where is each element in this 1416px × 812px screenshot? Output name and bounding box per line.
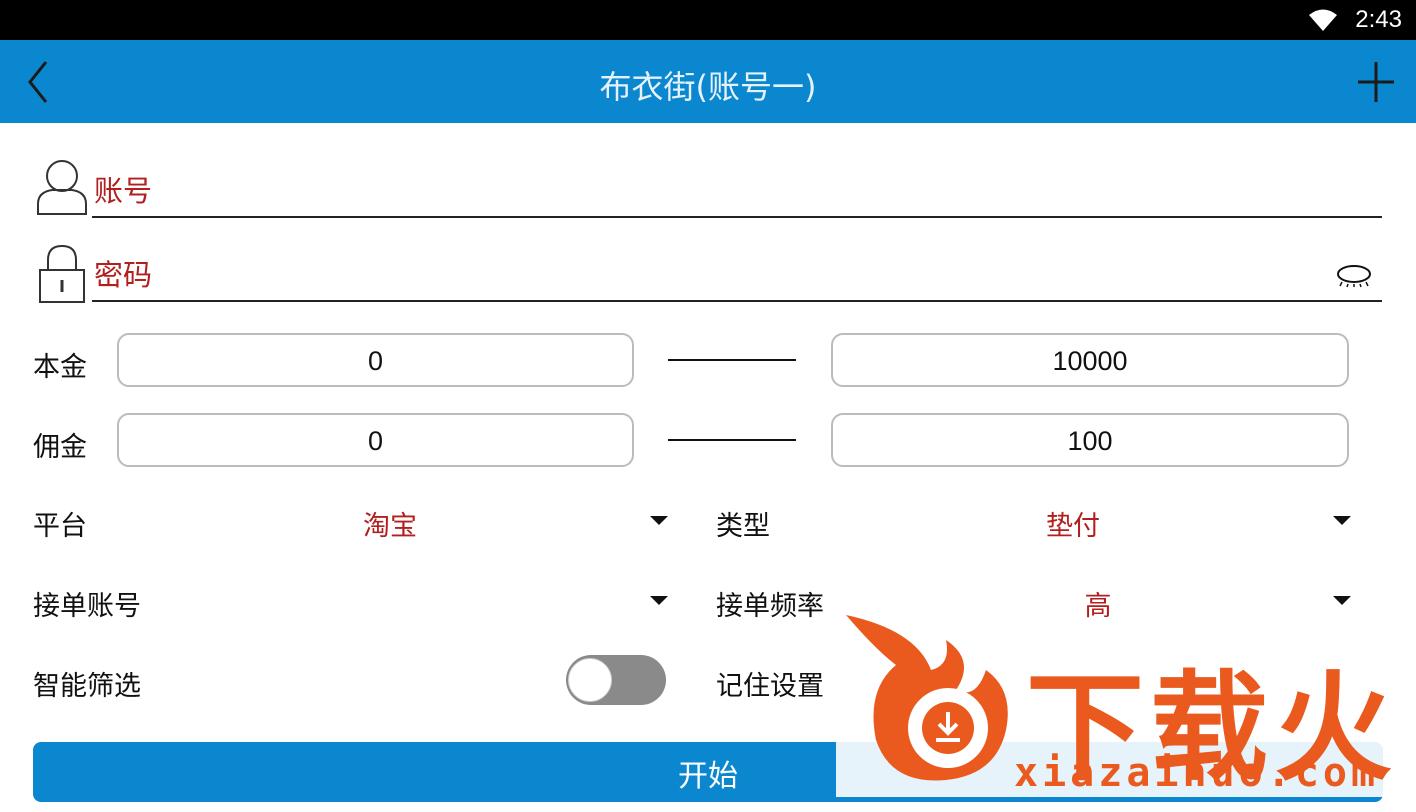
principal-range-divider <box>668 359 796 361</box>
principal-min-input[interactable]: 0 <box>117 333 634 387</box>
toggle-knob <box>568 658 612 702</box>
order-frequency-dropdown-arrow-icon[interactable] <box>1333 596 1351 605</box>
flame-logo-icon <box>846 615 1008 781</box>
start-button-label: 开始 <box>678 759 738 794</box>
smart-filter-toggle[interactable] <box>566 655 666 705</box>
commission-range-divider <box>668 439 796 441</box>
type-dropdown-arrow-icon[interactable] <box>1333 516 1351 525</box>
plus-icon <box>1358 62 1394 102</box>
app-bar: 布衣街(账号一) <box>0 40 1416 123</box>
password-row <box>30 244 1382 306</box>
eye-closed-icon[interactable] <box>1336 262 1372 288</box>
watermark-url: xiazaihuo.com <box>1014 750 1380 796</box>
platform-select[interactable]: 淘宝 <box>330 504 450 543</box>
type-label: 类型 <box>716 511 770 542</box>
watermark: 下载火 xiazaihuo.com <box>836 610 1416 797</box>
user-icon <box>37 160 87 215</box>
platform-dropdown-arrow-icon[interactable] <box>650 516 668 525</box>
remember-settings-label: 记住设置 <box>716 671 824 702</box>
type-select[interactable]: 垫付 <box>1013 504 1133 543</box>
order-account-label: 接单账号 <box>33 591 141 622</box>
status-bar: 2:43 <box>0 0 1416 40</box>
wifi-icon <box>1309 9 1337 31</box>
account-row <box>30 158 1382 220</box>
principal-label: 本金 <box>33 352 87 383</box>
page-title: 布衣街(账号一) <box>599 68 817 106</box>
principal-max-input[interactable]: 10000 <box>831 333 1349 387</box>
order-frequency-label: 接单频率 <box>716 591 824 622</box>
status-time: 2:43 <box>1355 6 1402 33</box>
account-input[interactable] <box>92 166 1382 218</box>
smart-filter-label: 智能筛选 <box>33 671 141 702</box>
add-button[interactable] <box>1356 60 1396 104</box>
order-account-dropdown-arrow-icon[interactable] <box>650 596 668 605</box>
commission-label: 佣金 <box>33 432 87 463</box>
commission-max-input[interactable]: 100 <box>831 413 1349 467</box>
password-input[interactable] <box>92 250 1382 302</box>
lock-icon <box>39 244 85 303</box>
platform-label: 平台 <box>33 511 87 542</box>
commission-min-input[interactable]: 0 <box>117 413 634 467</box>
